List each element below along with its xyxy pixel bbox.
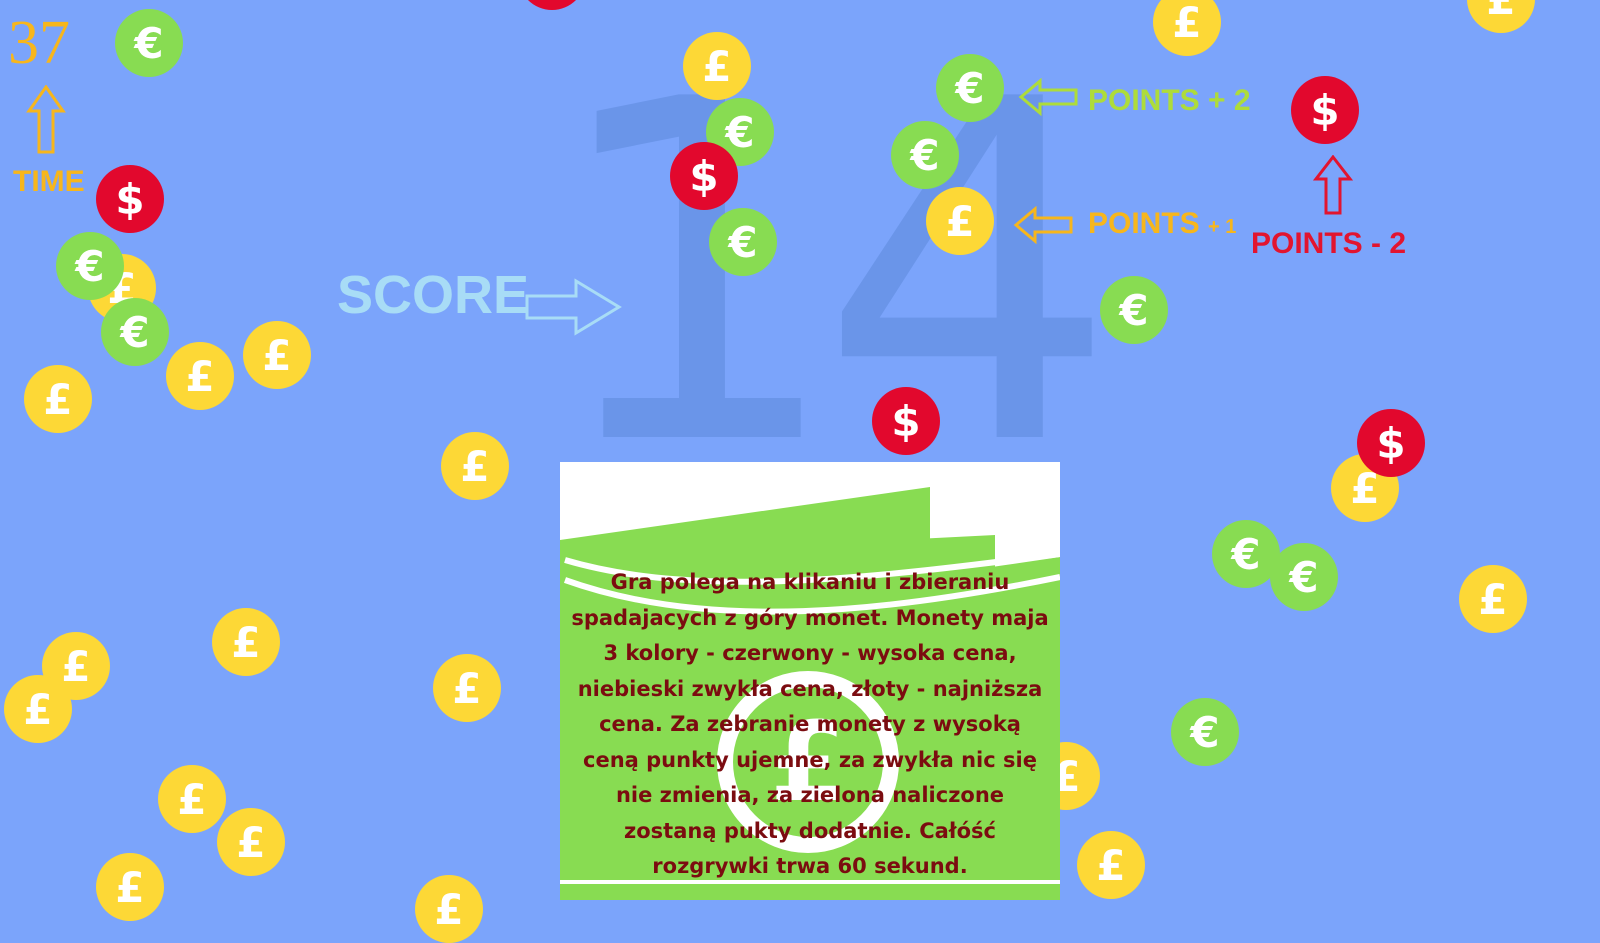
- coin-red[interactable]: $: [872, 387, 940, 455]
- coin-green[interactable]: €: [1100, 276, 1168, 344]
- coin-gold[interactable]: £: [441, 432, 509, 500]
- coin-gold[interactable]: £: [1467, 0, 1535, 33]
- coin-green[interactable]: €: [56, 232, 124, 300]
- coin-gold[interactable]: £: [166, 342, 234, 410]
- coin-red[interactable]: $: [518, 0, 586, 10]
- coin-green[interactable]: €: [1270, 543, 1338, 611]
- coin-gold[interactable]: £: [212, 608, 280, 676]
- coin-red[interactable]: $: [1357, 409, 1425, 477]
- coin-gold[interactable]: £: [415, 875, 483, 943]
- coin-green[interactable]: €: [101, 298, 169, 366]
- coin-green[interactable]: €: [1171, 698, 1239, 766]
- coin-red[interactable]: $: [670, 142, 738, 210]
- coin-green[interactable]: €: [115, 9, 183, 77]
- coin-gold[interactable]: £: [96, 853, 164, 921]
- coin-red[interactable]: $: [96, 165, 164, 233]
- coin-red[interactable]: $: [1291, 76, 1359, 144]
- instructions-panel: £ Gra polega na klikaniu i zbieraniu spa…: [560, 462, 1060, 900]
- coin-gold[interactable]: £: [926, 187, 994, 255]
- instructions-text: Gra polega na klikaniu i zbieraniu spada…: [571, 570, 1049, 878]
- coin-gold[interactable]: £: [217, 808, 285, 876]
- coin-gold[interactable]: £: [1459, 565, 1527, 633]
- coin-gold[interactable]: £: [243, 321, 311, 389]
- coin-green[interactable]: €: [891, 121, 959, 189]
- coin-green[interactable]: €: [709, 208, 777, 276]
- coin-gold[interactable]: £: [683, 32, 751, 100]
- coin-gold[interactable]: £: [158, 765, 226, 833]
- coin-gold[interactable]: £: [24, 365, 92, 433]
- coin-gold[interactable]: £: [433, 654, 501, 722]
- coin-gold[interactable]: £: [4, 675, 72, 743]
- coin-gold[interactable]: £: [1077, 831, 1145, 899]
- coin-green[interactable]: €: [936, 54, 1004, 122]
- coin-gold[interactable]: £: [1153, 0, 1221, 56]
